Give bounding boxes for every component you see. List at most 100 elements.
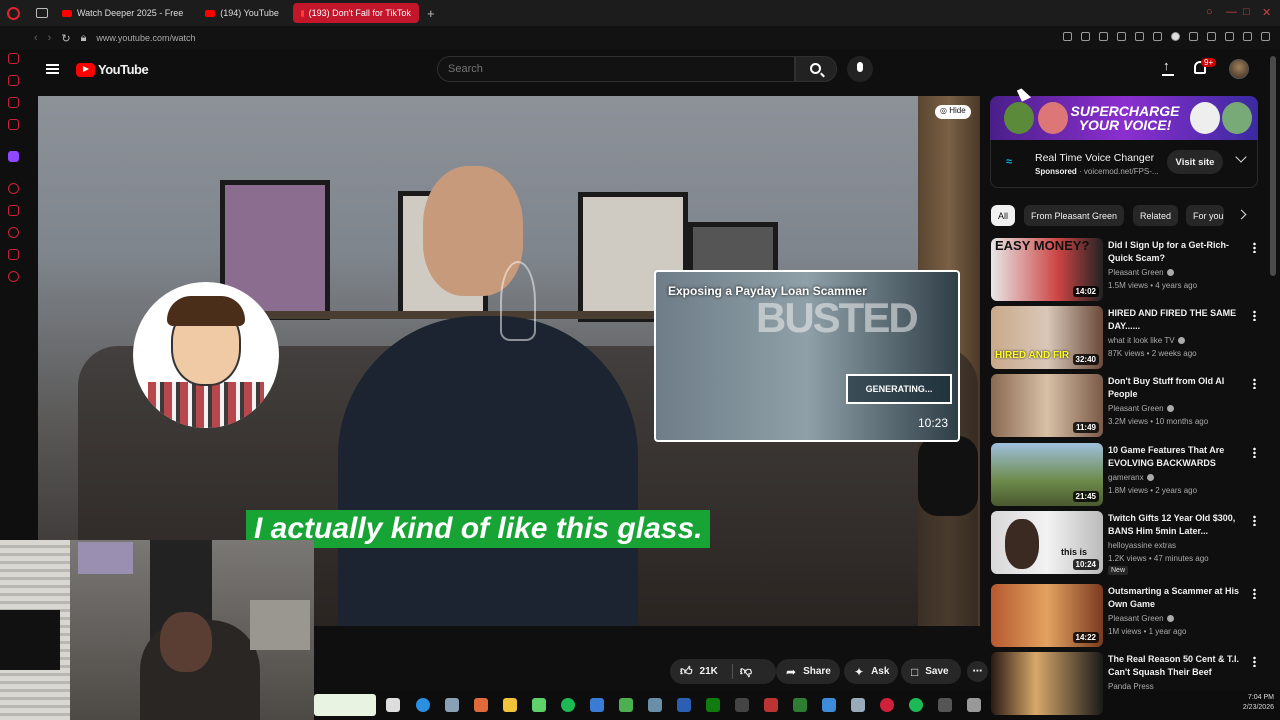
- more-options-icon[interactable]: [1253, 447, 1256, 458]
- recommended-video[interactable]: this is 10:24 Twitch Gifts 12 Year Old $…: [991, 511, 1259, 575]
- snapshot-icon[interactable]: [1081, 32, 1090, 41]
- app-icon[interactable]: [561, 698, 575, 712]
- more-options-icon[interactable]: [1253, 242, 1256, 253]
- bookmark-icon[interactable]: [1063, 32, 1072, 41]
- history-icon[interactable]: [8, 227, 19, 238]
- spotify-icon[interactable]: [909, 698, 923, 712]
- twitch-icon[interactable]: [8, 151, 19, 162]
- file-explorer-icon[interactable]: [503, 698, 517, 712]
- app-icon[interactable]: [735, 698, 749, 712]
- xbox-icon[interactable]: [706, 698, 720, 712]
- visit-site-button[interactable]: Visit site: [1167, 150, 1223, 174]
- ask-button[interactable]: ✦ Ask: [844, 659, 898, 684]
- copilot-icon[interactable]: [474, 698, 488, 712]
- more-options-icon[interactable]: [1253, 310, 1256, 321]
- share-button[interactable]: ➦ Share: [776, 659, 840, 684]
- new-tab-button[interactable]: +: [427, 6, 435, 21]
- address-url[interactable]: www.youtube.com/watch: [96, 33, 195, 43]
- app-icon[interactable]: [793, 698, 807, 712]
- menu-icon[interactable]: [46, 64, 59, 74]
- save-button[interactable]: □ Save: [901, 659, 961, 684]
- extension-icon[interactable]: [1207, 32, 1216, 41]
- taskbar-search[interactable]: [314, 694, 376, 716]
- sidebar-app-icon[interactable]: [8, 97, 19, 108]
- app-icon[interactable]: [764, 698, 778, 712]
- recommended-video[interactable]: 14:22 Outsmarting a Scammer at His Own G…: [991, 584, 1259, 648]
- app-icon[interactable]: [648, 698, 662, 712]
- recommended-video[interactable]: 21:45 10 Game Features That Are EVOLVING…: [991, 443, 1259, 507]
- heart-icon[interactable]: [1117, 32, 1126, 41]
- thumbs-down-icon[interactable]: 👎︎: [740, 664, 752, 679]
- shield-app-icon[interactable]: [590, 698, 604, 712]
- page-scrollbar[interactable]: [1270, 56, 1276, 276]
- app-icon[interactable]: [532, 698, 546, 712]
- easy-setup-icon[interactable]: [1261, 32, 1270, 41]
- edge-icon[interactable]: [416, 698, 430, 712]
- search-input[interactable]: [438, 57, 778, 81]
- chevron-right-icon[interactable]: [1236, 209, 1247, 220]
- sidebar-app-icon[interactable]: [8, 119, 19, 130]
- create-upload-icon[interactable]: [1162, 58, 1174, 76]
- chip-from-channel[interactable]: From Pleasant Green: [1024, 205, 1125, 226]
- app-icon[interactable]: [938, 698, 952, 712]
- word-icon[interactable]: [677, 698, 691, 712]
- recommended-video[interactable]: 11:49 Don't Buy Stuff from Old AI People…: [991, 374, 1259, 438]
- chip-all[interactable]: All: [991, 205, 1016, 226]
- voice-search-button[interactable]: [847, 56, 873, 82]
- puzzle-icon[interactable]: [1189, 32, 1198, 41]
- hide-button[interactable]: ◎ Hide: [935, 105, 971, 119]
- itunes-icon[interactable]: [967, 698, 981, 712]
- vpn-icon[interactable]: [1171, 32, 1180, 41]
- workspaces-icon[interactable]: [36, 8, 48, 18]
- app-icon[interactable]: [619, 698, 633, 712]
- thumbnail-person: [1005, 519, 1039, 569]
- youtube-logo[interactable]: YouTube: [76, 62, 149, 77]
- account-avatar[interactable]: [1229, 59, 1249, 79]
- sidebar-app-icon[interactable]: [8, 249, 19, 260]
- task-view-icon[interactable]: [386, 698, 400, 712]
- settings-app-icon[interactable]: [445, 698, 459, 712]
- player-icon[interactable]: [8, 205, 19, 216]
- sidebar-app-icon[interactable]: [8, 183, 19, 194]
- sidebar-app-icon[interactable]: [8, 75, 19, 86]
- opera-taskbar-icon[interactable]: [880, 698, 894, 712]
- reload-icon[interactable]: ↻: [61, 32, 70, 45]
- search-tabs-icon[interactable]: ○: [1206, 6, 1213, 18]
- more-actions-button[interactable]: ⋯: [967, 661, 988, 682]
- forward-icon[interactable]: ›: [48, 32, 52, 44]
- endcard-video[interactable]: BUSTED Exposing a Payday Loan Scammer GE…: [654, 270, 960, 442]
- more-options-icon[interactable]: [1253, 588, 1256, 599]
- more-options-icon[interactable]: [1253, 515, 1256, 526]
- recommended-video[interactable]: EASY MONEY? 14:02 Did I Sign Up for a Ge…: [991, 238, 1259, 302]
- channel-name: helloyassine extras: [1108, 541, 1177, 550]
- back-icon[interactable]: ‹: [34, 32, 38, 44]
- chip-related[interactable]: Related: [1133, 205, 1179, 226]
- recommended-video[interactable]: HIRED AND FIR 32:40 HIRED AND FIRED THE …: [991, 306, 1259, 370]
- maximize-window-button[interactable]: □: [1243, 6, 1250, 18]
- chip-for-you[interactable]: For you: [1186, 205, 1224, 226]
- ad-banner[interactable]: SUPERCHARGE YOUR VOICE!: [990, 96, 1258, 140]
- photos-icon[interactable]: [822, 698, 836, 712]
- download-icon[interactable]: [1225, 32, 1234, 41]
- browser-tab-active[interactable]: (193) Don't Fall for TikTok: [292, 3, 419, 23]
- recommended-video[interactable]: The Real Reason 50 Cent & T.I. Can't Squ…: [991, 652, 1259, 716]
- heart-outline-icon[interactable]: [1153, 32, 1162, 41]
- channel-avatar-overlay[interactable]: [133, 282, 279, 428]
- app-icon[interactable]: [851, 698, 865, 712]
- aria-icon[interactable]: [8, 53, 19, 64]
- shield-icon[interactable]: [1099, 32, 1108, 41]
- ad-title[interactable]: Real Time Voice Changer: [1035, 152, 1154, 164]
- like-button[interactable]: 👍︎ 21K 👎︎: [670, 659, 776, 684]
- ai-icon[interactable]: [1243, 32, 1252, 41]
- chevron-down-icon[interactable]: [1235, 151, 1247, 163]
- browser-tab[interactable]: Watch Deeper 2025 - Free: [54, 3, 191, 23]
- more-options-icon[interactable]: [1253, 656, 1256, 667]
- opera-menu-icon[interactable]: [7, 6, 20, 20]
- more-options-icon[interactable]: [1253, 378, 1256, 389]
- search-button[interactable]: [795, 56, 837, 82]
- play-icon[interactable]: [1135, 32, 1144, 41]
- minimize-window-button[interactable]: —: [1226, 6, 1237, 18]
- settings-icon[interactable]: [8, 271, 19, 282]
- close-window-button[interactable]: ✕: [1262, 6, 1271, 19]
- browser-tab[interactable]: (194) YouTube: [197, 3, 287, 23]
